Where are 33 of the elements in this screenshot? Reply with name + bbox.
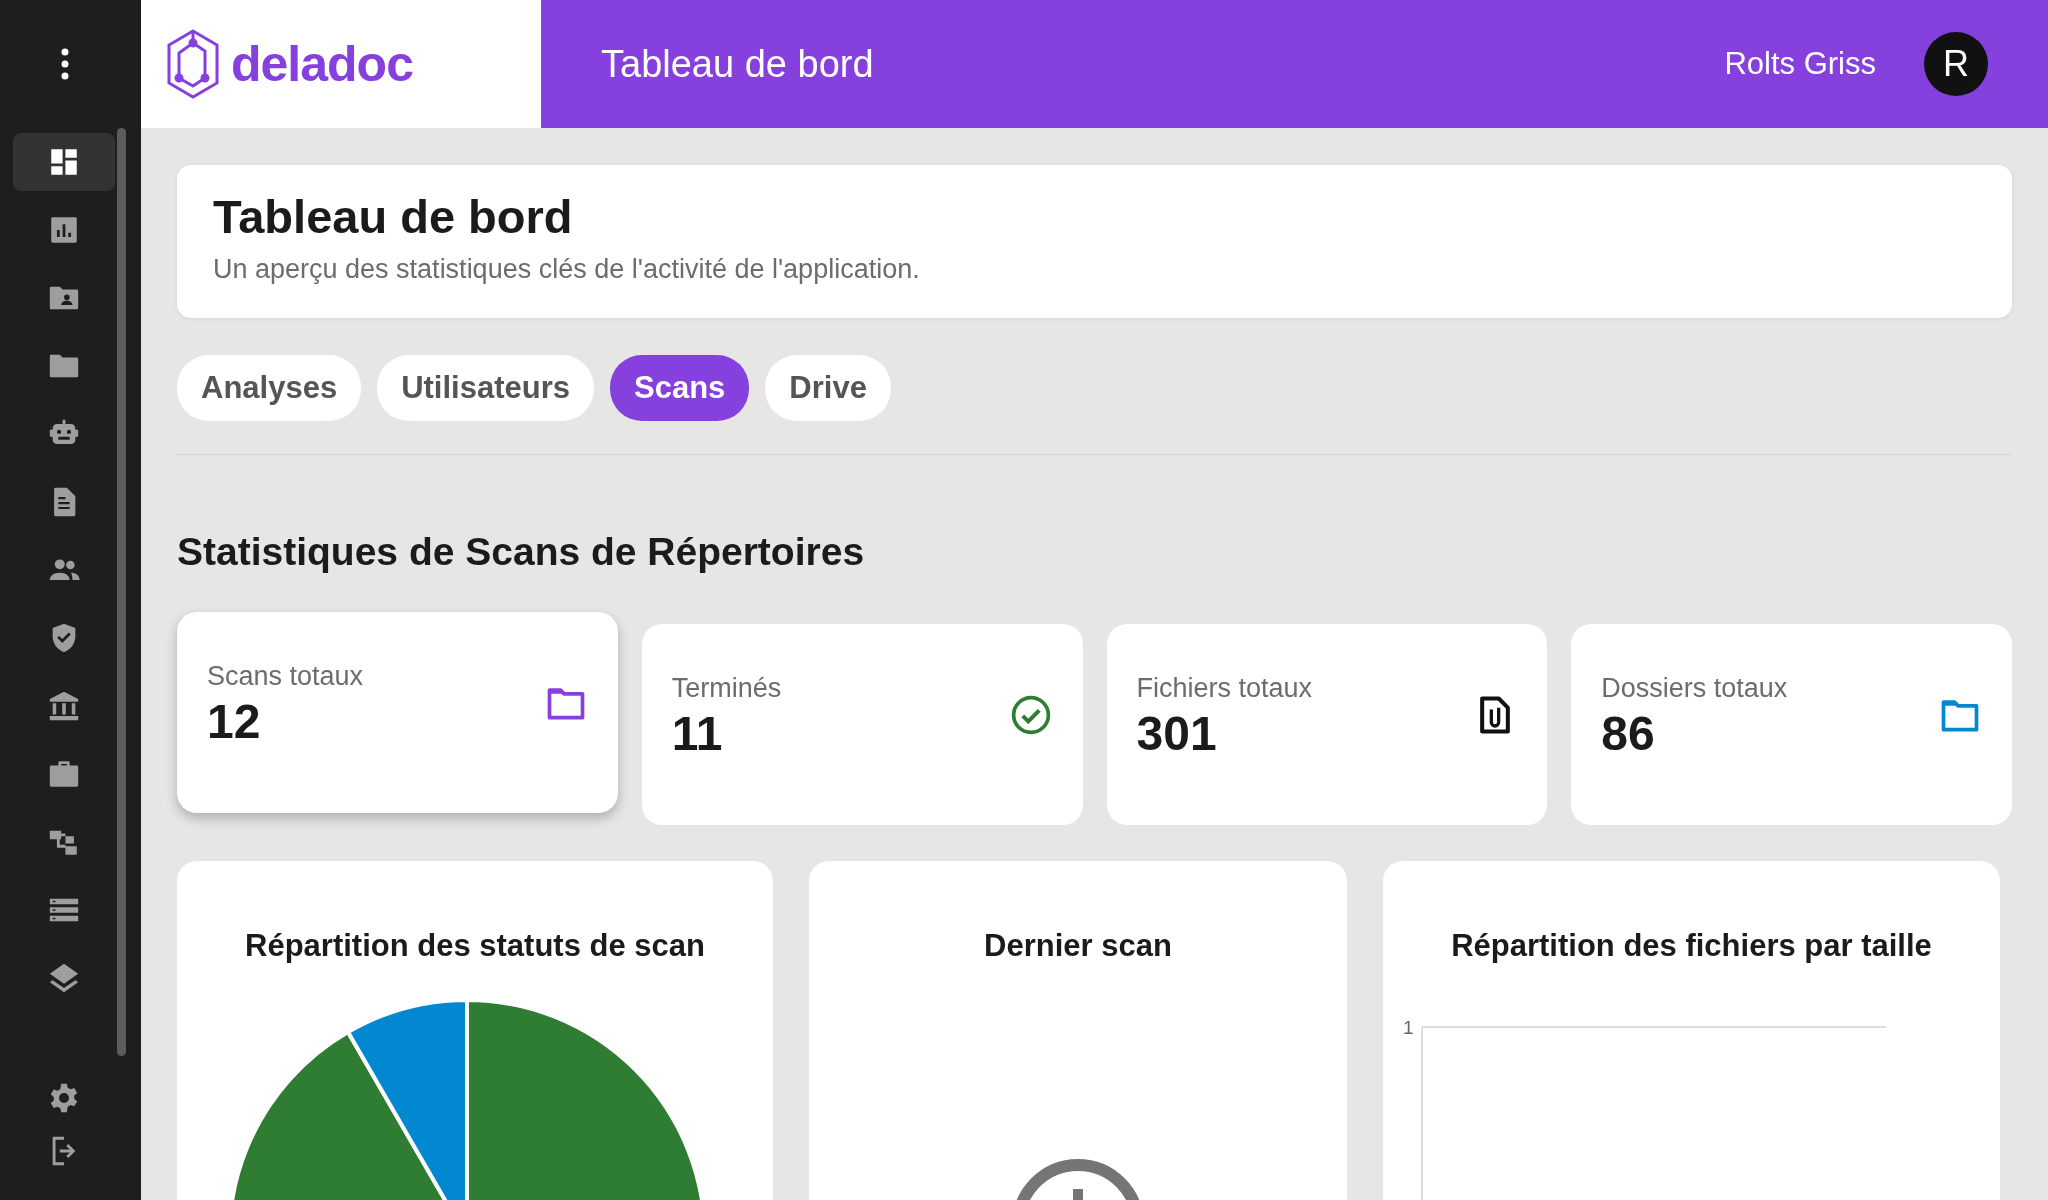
tab[interactable]: Drive bbox=[765, 354, 891, 422]
stat-card[interactable]: Dossiers totaux 86 bbox=[1571, 623, 2012, 826]
stat-card[interactable]: Scans totaux 12 bbox=[177, 611, 618, 814]
page-title: Tableau de bord bbox=[601, 41, 874, 87]
chart-title: Répartition des statuts de scan bbox=[244, 927, 706, 966]
stat-label: Terminés bbox=[671, 671, 783, 705]
tab[interactable]: Scans bbox=[610, 354, 750, 422]
chart-title: Dernier scan bbox=[983, 927, 1173, 966]
tab[interactable]: Analyses bbox=[177, 354, 362, 422]
stat-value: 86 bbox=[1601, 708, 1656, 762]
logo-text: deladoc bbox=[231, 34, 413, 94]
axis-tick: 1 bbox=[1403, 1015, 1414, 1040]
bank-icon bbox=[47, 689, 81, 723]
stat-card[interactable]: Fichiers totaux 301 bbox=[1106, 623, 1548, 826]
stat-value: 12 bbox=[207, 696, 262, 750]
stat-value: 301 bbox=[1136, 708, 1218, 762]
user-name: Rolts Griss bbox=[1724, 44, 1876, 83]
scrollbar[interactable] bbox=[117, 128, 126, 1056]
avatar[interactable]: R bbox=[1924, 32, 1988, 96]
stat-value: 11 bbox=[671, 708, 724, 762]
sidebar-item[interactable] bbox=[13, 133, 115, 191]
tab[interactable]: Utilisateurs bbox=[377, 354, 594, 422]
logo-icon bbox=[165, 28, 221, 100]
stat-label: Dossiers totaux bbox=[1601, 671, 1789, 705]
page-subtitle: Un aperçu des statistiques clés de l'activité de l'application. bbox=[213, 253, 921, 287]
stat-card[interactable]: Terminés 11 bbox=[641, 623, 1083, 826]
more-options-icon[interactable] bbox=[60, 48, 69, 80]
page-heading: Tableau de bord bbox=[213, 189, 574, 245]
chart-title: Répartition des fichiers par taille bbox=[1450, 927, 1933, 966]
stat-label: Fichiers totaux bbox=[1136, 671, 1314, 705]
section-title: Statistiques de Scans de Répertoires bbox=[177, 529, 866, 576]
layers-icon bbox=[47, 961, 81, 995]
stat-label: Scans totaux bbox=[207, 659, 365, 693]
